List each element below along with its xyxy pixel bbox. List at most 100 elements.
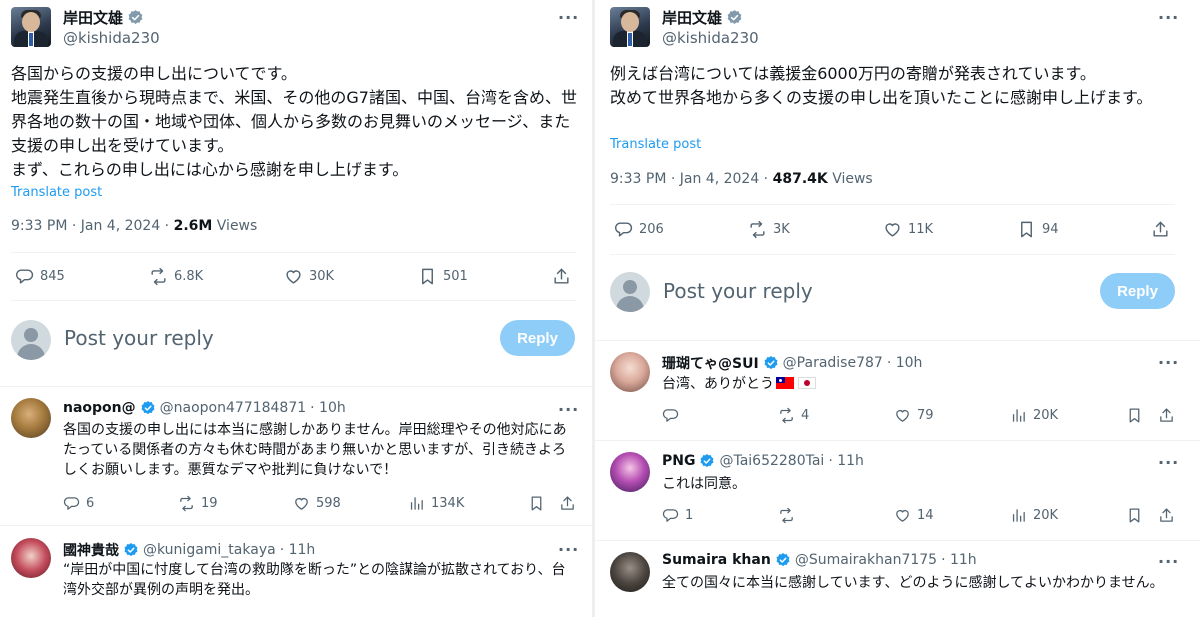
commenter-avatar[interactable] [610, 552, 650, 592]
views-icon [1010, 407, 1027, 424]
divider [595, 540, 1200, 541]
commenter-avatar[interactable] [11, 538, 51, 578]
comment-repost-action[interactable] [778, 507, 801, 524]
reply-action[interactable]: 845 [15, 267, 65, 286]
like-icon [894, 407, 911, 424]
comment-reply-action[interactable]: 1 [662, 507, 693, 524]
like-icon [293, 495, 310, 512]
commenter-handle[interactable]: @naopon477184871 [160, 400, 307, 416]
post-meta: 9:33 PM · Jan 4, 2024 · 2.6M Views [11, 218, 257, 234]
author-handle[interactable]: @kishida230 [662, 29, 759, 47]
author-handle[interactable]: @kishida230 [63, 29, 160, 47]
share-icon [1158, 507, 1175, 524]
comment-share-action[interactable] [1158, 507, 1175, 524]
comment-time[interactable]: · 11h [828, 453, 864, 469]
bookmark-action[interactable]: 94 [1017, 220, 1059, 239]
verified-badge-icon [123, 542, 139, 558]
more-icon[interactable]: ··· [1158, 8, 1179, 27]
comment-views-action[interactable]: 134K [408, 495, 464, 512]
comment-text: 台湾、ありがとう [662, 376, 774, 392]
like-icon [894, 507, 911, 524]
comment-time[interactable]: · 10h [887, 355, 923, 371]
comment-time[interactable]: · 11h [941, 552, 977, 568]
left-post-panel: 岸田文雄 @kishida230 ··· 各国からの支援の申し出についてです。 … [0, 0, 592, 617]
bookmark-icon [1126, 507, 1143, 524]
views-label: Views [832, 171, 873, 187]
divider [11, 300, 576, 301]
reply-input[interactable]: Post your reply [64, 326, 214, 350]
more-icon[interactable]: ··· [1158, 353, 1179, 372]
author-name[interactable]: 岸田文雄 [63, 7, 123, 28]
more-icon[interactable]: ··· [1158, 552, 1179, 571]
comment-reply-action[interactable] [662, 407, 685, 424]
comment-share-action[interactable] [1158, 407, 1175, 424]
comment-bookmark-action[interactable] [528, 495, 545, 512]
commenter-name[interactable]: naopon@ [63, 400, 136, 416]
translate-post-link[interactable]: Translate post [610, 137, 701, 152]
commenter-handle[interactable]: @Sumairakhan7175 [795, 552, 937, 568]
commenter-handle[interactable]: @Paradise787 [783, 355, 883, 371]
comment-header: PNG @Tai652280Tai · 11h [662, 453, 864, 469]
comment-views-action[interactable]: 20K [1010, 407, 1058, 424]
commenter-handle[interactable]: @kunigami_takaya [143, 542, 276, 558]
comment-bookmark-action[interactable] [1126, 507, 1143, 524]
view-count: 487.4K [772, 171, 828, 187]
comment-text: 各国の支援の申し出には本当に感謝しかありません。岸田総理やその他対応にあたってい… [63, 422, 567, 478]
author-name[interactable]: 岸田文雄 [662, 7, 722, 28]
comment-bookmark-action[interactable] [1126, 407, 1143, 424]
commenter-name[interactable]: PNG [662, 453, 695, 469]
more-icon[interactable]: ··· [558, 400, 579, 419]
author-avatar[interactable] [610, 7, 650, 47]
more-icon[interactable]: ··· [558, 540, 579, 559]
comment-repost-action[interactable]: 4 [778, 407, 809, 424]
author-name-row[interactable]: 岸田文雄 [63, 7, 144, 28]
reply-input[interactable]: Post your reply [663, 279, 813, 303]
comment-text-row: 台湾、ありがとう [662, 374, 1162, 394]
reply-action[interactable]: 206 [614, 220, 664, 239]
more-icon[interactable]: ··· [1158, 453, 1179, 472]
author-name-row[interactable]: 岸田文雄 [662, 7, 743, 28]
verified-badge-icon [763, 355, 779, 371]
commenter-avatar[interactable] [610, 452, 650, 492]
post-text: 各国からの支援の申し出についてです。 地震発生直後から現時点まで、米国、その他の… [11, 64, 577, 179]
reply-icon [662, 407, 679, 424]
commenter-name[interactable]: 珊瑚てゃ@SUI [662, 353, 759, 373]
comment-reply-action[interactable]: 6 [63, 495, 94, 512]
comment-time[interactable]: · 10h [310, 400, 346, 416]
post-text: 例えば台湾については義援金6000万円の寄贈が発表されています。 改めて世界各地… [610, 64, 1153, 107]
views-icon [408, 495, 425, 512]
comment-like-action[interactable]: 79 [894, 407, 934, 424]
commenter-name[interactable]: 國神貴哉 [63, 540, 119, 560]
repost-icon [778, 407, 795, 424]
comment-share-action[interactable] [559, 495, 576, 512]
post-timestamp[interactable]: 9:33 PM · Jan 4, 2024 · [11, 218, 174, 234]
taiwan-flag-icon [776, 377, 794, 389]
share-action[interactable] [1151, 220, 1170, 239]
bookmark-icon [418, 267, 437, 286]
commenter-avatar[interactable] [11, 398, 51, 438]
commenter-handle[interactable]: @Tai652280Tai [719, 453, 824, 469]
share-icon [1151, 220, 1170, 239]
comment-header: naopon@ @naopon477184871 · 10h [63, 400, 346, 416]
author-avatar[interactable] [11, 7, 51, 47]
like-action[interactable]: 30K [284, 267, 334, 286]
share-action[interactable] [552, 267, 571, 286]
commenter-avatar[interactable] [610, 352, 650, 392]
commenter-name[interactable]: Sumaira khan [662, 552, 771, 568]
comment-time[interactable]: · 11h [280, 542, 316, 558]
comment-like-action[interactable]: 14 [894, 507, 934, 524]
comment-views-action[interactable]: 20K [1010, 507, 1058, 524]
repost-action[interactable]: 3K [748, 220, 790, 239]
reply-button[interactable]: Reply [500, 320, 575, 356]
bookmark-action[interactable]: 501 [418, 267, 468, 286]
reply-button[interactable]: Reply [1100, 273, 1175, 309]
comment-repost-action[interactable]: 19 [178, 495, 218, 512]
repost-action[interactable]: 6.8K [149, 267, 203, 286]
post-timestamp[interactable]: 9:33 PM · Jan 4, 2024 · [610, 171, 773, 187]
more-icon[interactable]: ··· [558, 8, 579, 27]
comment-like-action[interactable]: 598 [293, 495, 341, 512]
like-action[interactable]: 11K [883, 220, 933, 239]
repost-icon [149, 267, 168, 286]
translate-post-link[interactable]: Translate post [11, 185, 102, 200]
current-user-avatar [610, 272, 650, 312]
